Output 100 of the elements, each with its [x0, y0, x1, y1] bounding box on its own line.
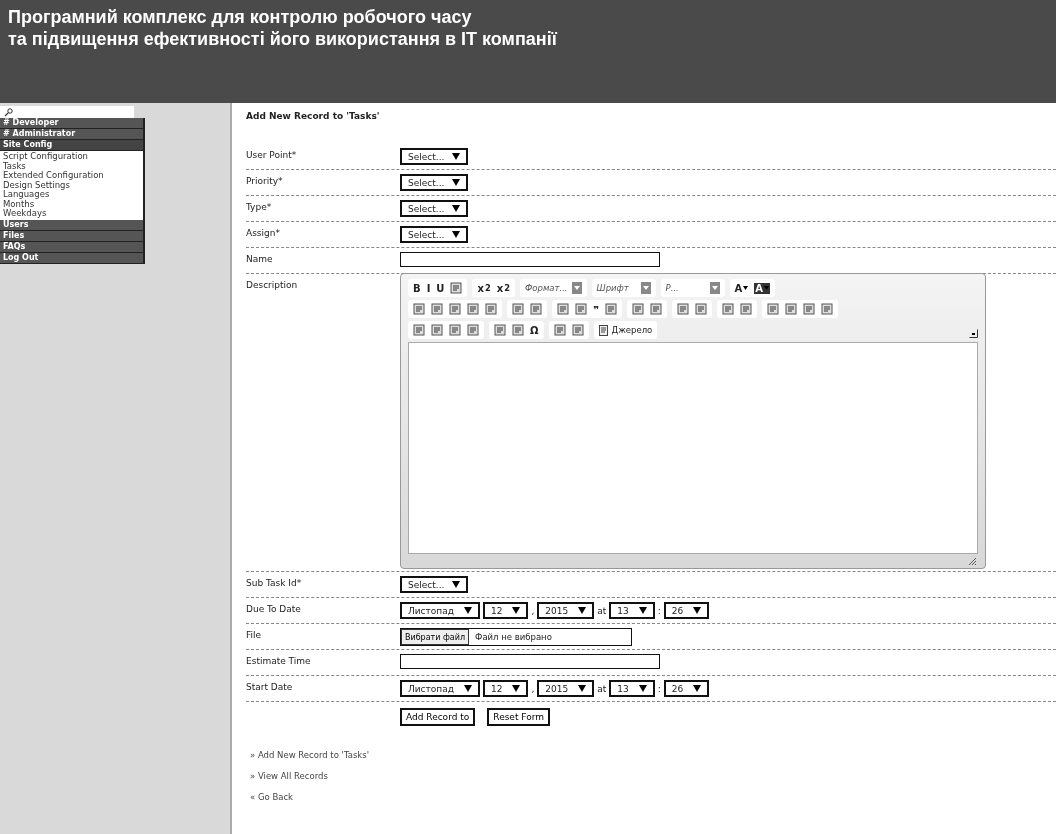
document-icon: [598, 324, 608, 336]
field-label: Sub Task Id*: [246, 577, 303, 590]
dropdown[interactable]: 13: [609, 602, 655, 619]
submenu-item[interactable]: Weekdays: [3, 209, 140, 219]
nav-link[interactable]: » View All Records: [250, 771, 328, 781]
dropdown[interactable]: Select...: [400, 200, 469, 217]
caret-icon: [743, 286, 749, 290]
toolbar-button[interactable]: I: [426, 282, 431, 294]
caret-icon: [638, 607, 647, 614]
lines-icon[interactable]: [449, 303, 461, 315]
lines-icon[interactable]: [784, 303, 797, 315]
collapse-icon[interactable]: [969, 329, 978, 338]
menu-item[interactable]: FAQs: [0, 241, 145, 253]
lines-icon[interactable]: [431, 324, 443, 336]
resize-grip-icon[interactable]: [968, 557, 976, 565]
lines-icon[interactable]: [485, 303, 497, 315]
submenu-item[interactable]: Extended Configuration: [3, 171, 140, 181]
field-label: Name: [246, 253, 274, 266]
toolbar-button[interactable]: ❞: [593, 303, 599, 315]
dropdown[interactable]: 26: [663, 680, 710, 697]
file-field[interactable]: Вибрати файл Файл не вибрано: [400, 628, 632, 646]
submenu-item[interactable]: Months: [3, 199, 140, 209]
caret-icon: [693, 607, 702, 614]
field-label: Estimate Time: [246, 655, 312, 668]
lines-icon[interactable]: [553, 324, 566, 336]
field-label: Priority*: [246, 175, 284, 188]
date-separator: :: [657, 683, 661, 694]
lines-icon[interactable]: [467, 303, 479, 315]
menu-item[interactable]: Users: [0, 219, 145, 231]
lines-icon[interactable]: [649, 303, 662, 315]
lines-icon[interactable]: [571, 324, 584, 336]
lines-icon[interactable]: [766, 303, 779, 315]
lines-icon[interactable]: [467, 324, 479, 336]
lines-icon[interactable]: [694, 303, 707, 315]
lines-icon[interactable]: [802, 303, 815, 315]
dropdown[interactable]: Листопад: [400, 680, 480, 697]
dropdown[interactable]: Select...: [400, 174, 469, 191]
lines-icon[interactable]: [449, 324, 461, 336]
toolbar-button[interactable]: B: [413, 282, 421, 294]
nav-link[interactable]: « Go Back: [250, 792, 294, 802]
caret-icon: [640, 282, 651, 294]
site-title: та підвищення ефективності його використання в IT компанії: [8, 28, 558, 50]
toolbar-dropdown[interactable]: Формат...: [525, 282, 582, 294]
submenu-item[interactable]: Script Configuration: [3, 152, 140, 162]
lines-icon[interactable]: [557, 303, 569, 315]
menu-item[interactable]: Log Out: [0, 252, 145, 264]
lines-icon[interactable]: [512, 303, 524, 315]
lines-icon[interactable]: [494, 324, 506, 336]
caret-icon: [571, 282, 582, 294]
nav-link[interactable]: » Add New Record to 'Tasks': [250, 750, 370, 760]
caret-icon: [638, 685, 647, 692]
lines-icon[interactable]: [530, 303, 542, 315]
source-button[interactable]: Джерело: [598, 324, 653, 336]
search-field[interactable]: [0, 106, 134, 118]
field-label: Description: [246, 279, 299, 292]
field-label: Due To Date: [246, 603, 302, 616]
lines-icon[interactable]: [413, 324, 425, 336]
lines-icon[interactable]: [631, 303, 644, 315]
toolbar-dropdown[interactable]: Шрифт: [596, 282, 651, 294]
lines-icon[interactable]: [512, 324, 524, 336]
lines-icon[interactable]: [604, 303, 617, 315]
menu-item[interactable]: Files: [0, 230, 145, 242]
dropdown[interactable]: Листопад: [400, 602, 480, 619]
dropdown[interactable]: 12: [482, 680, 529, 697]
lines-icon[interactable]: [450, 282, 463, 294]
form-title: Add New Record to 'Tasks': [246, 111, 381, 121]
submenu-item[interactable]: Tasks: [3, 161, 140, 171]
text-field[interactable]: [400, 252, 660, 267]
toolbar-button[interactable]: U: [436, 282, 445, 294]
dropdown[interactable]: 2015: [537, 602, 595, 619]
file-status: Файл не вибрано: [474, 632, 552, 642]
dropdown[interactable]: Select...: [400, 576, 469, 593]
caret-icon: [709, 282, 720, 294]
form-button[interactable]: Reset Form: [487, 708, 550, 726]
caret-icon: [578, 607, 587, 614]
dropdown[interactable]: 12: [482, 602, 529, 619]
lines-icon[interactable]: [721, 303, 734, 315]
toolbar-dropdown[interactable]: Р...: [665, 282, 720, 294]
lines-icon[interactable]: [431, 303, 443, 315]
form-button[interactable]: Add Record to: [400, 708, 476, 726]
lines-icon[interactable]: [820, 303, 833, 315]
lines-icon[interactable]: [575, 303, 587, 315]
dropdown[interactable]: 2015: [537, 680, 595, 697]
color-menu-button[interactable]: A: [734, 282, 749, 294]
lines-icon[interactable]: [676, 303, 689, 315]
dropdown[interactable]: 13: [609, 680, 655, 697]
color-menu-button[interactable]: A: [754, 282, 771, 294]
toolbar-button[interactable]: Ω: [530, 324, 539, 336]
submenu-item[interactable]: Design Settings: [3, 180, 140, 190]
site-title: Програмний комплекс для контролю робочого часу: [8, 6, 473, 28]
lines-icon[interactable]: [413, 303, 425, 315]
lines-icon[interactable]: [739, 303, 752, 315]
field-label: Assign*: [246, 227, 281, 240]
dropdown[interactable]: Select...: [400, 148, 469, 165]
choose-file-button[interactable]: Вибрати файл: [401, 629, 470, 645]
submenu-item[interactable]: Languages: [3, 190, 140, 200]
dropdown[interactable]: Select...: [400, 226, 469, 243]
text-field[interactable]: [400, 654, 660, 669]
dropdown[interactable]: 26: [663, 602, 710, 619]
caret-icon: [452, 205, 461, 212]
